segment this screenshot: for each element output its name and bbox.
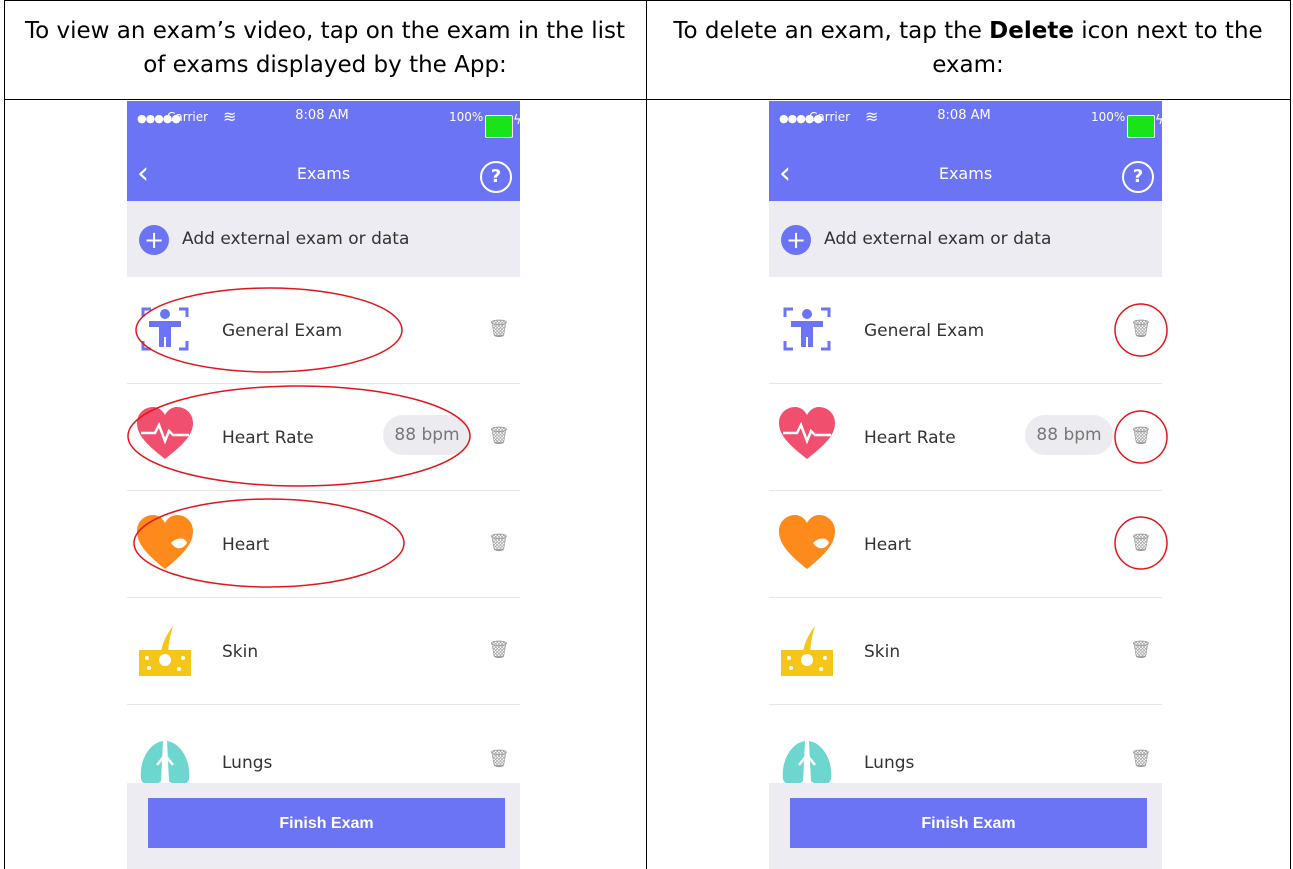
exam-row-skin[interactable]: Skin 🗑 bbox=[769, 598, 1162, 705]
heart-rate-value-badge: 88 bpm bbox=[383, 415, 471, 455]
wifi-icon: ≋ bbox=[223, 107, 237, 126]
finish-exam-button[interactable]: Finish Exam bbox=[790, 798, 1147, 848]
exam-row-general[interactable]: General Exam 🗑 bbox=[127, 277, 520, 384]
heart-rate-icon bbox=[779, 407, 835, 459]
trash-icon[interactable]: 🗑 bbox=[1130, 319, 1152, 339]
trash-icon[interactable]: 🗑 bbox=[1130, 749, 1152, 769]
exam-label-lungs: Lungs bbox=[222, 753, 273, 773]
exam-row-heart-rate[interactable]: Heart Rate 88 bpm 🗑 bbox=[769, 384, 1162, 491]
exam-row-skin[interactable]: Skin 🗑 bbox=[127, 598, 520, 705]
exam-label-lungs: Lungs bbox=[864, 753, 915, 773]
battery-icon bbox=[1127, 115, 1155, 138]
heart-icon bbox=[779, 515, 835, 569]
trash-icon[interactable]: 🗑 bbox=[488, 749, 510, 769]
delete-caption-before: To delete an exam, tap the bbox=[673, 18, 990, 44]
plus-icon[interactable]: + bbox=[139, 225, 169, 255]
trash-icon[interactable]: 🗑 bbox=[488, 426, 510, 446]
general-exam-icon bbox=[783, 307, 831, 351]
help-icon[interactable]: ? bbox=[1122, 161, 1154, 193]
exam-label-heart: Heart bbox=[222, 535, 270, 555]
table-border-middle bbox=[646, 0, 647, 869]
exam-row-heart-rate[interactable]: Heart Rate 88 bpm 🗑 bbox=[127, 384, 520, 491]
skin-icon bbox=[139, 626, 191, 676]
nav-title: Exams bbox=[938, 164, 993, 183]
plus-icon[interactable]: + bbox=[781, 225, 811, 255]
battery-percent: 100% bbox=[449, 110, 484, 124]
trash-icon[interactable]: 🗑 bbox=[488, 640, 510, 660]
status-time: 8:08 AM bbox=[295, 108, 349, 123]
exam-label-heart: Heart bbox=[864, 535, 912, 555]
charging-icon: ϟ bbox=[513, 113, 520, 128]
battery-percent: 100% bbox=[1091, 110, 1126, 124]
general-exam-icon bbox=[141, 307, 189, 351]
status-time: 8:08 AM bbox=[937, 108, 991, 123]
nav-title: Exams bbox=[296, 164, 351, 183]
table-border-right bbox=[1290, 0, 1291, 869]
status-and-nav-bar: ●●●●● Carrier ≋ 8:08 AM 100% ϟ ‹ Exams ? bbox=[127, 101, 520, 201]
wifi-icon: ≋ bbox=[865, 107, 879, 126]
table-border-header bbox=[4, 99, 1291, 100]
exam-label-general: General Exam bbox=[222, 321, 343, 341]
exam-label-heart-rate: Heart Rate bbox=[864, 428, 956, 448]
battery-icon bbox=[485, 115, 513, 138]
exam-label-skin: Skin bbox=[222, 642, 259, 662]
add-external-exam-label: Add external exam or data bbox=[824, 229, 1052, 249]
heart-rate-icon bbox=[137, 407, 193, 459]
add-external-exam-label: Add external exam or data bbox=[182, 229, 410, 249]
phone-screen-delete: ●●●●● Carrier ≋ 8:08 AM 100% ϟ ‹ Exams ?… bbox=[769, 101, 1162, 869]
table-border-top bbox=[4, 0, 1291, 1]
heart-rate-value-badge: 88 bpm bbox=[1025, 415, 1113, 455]
status-and-nav-bar: ●●●●● Carrier ≋ 8:08 AM 100% ϟ ‹ Exams ? bbox=[769, 101, 1162, 201]
exam-row-heart[interactable]: Heart 🗑 bbox=[127, 491, 520, 598]
view-exam-caption: To view an exam’s video, tap on the exam… bbox=[15, 14, 635, 82]
trash-icon[interactable]: 🗑 bbox=[488, 319, 510, 339]
trash-icon[interactable]: 🗑 bbox=[1130, 640, 1152, 660]
heart-icon bbox=[137, 515, 193, 569]
carrier-label: Carrier bbox=[167, 110, 209, 124]
charging-icon: ϟ bbox=[1155, 113, 1162, 128]
delete-caption-bold: Delete bbox=[989, 18, 1074, 44]
carrier-label: Carrier bbox=[809, 110, 851, 124]
trash-icon[interactable]: 🗑 bbox=[488, 533, 510, 553]
lungs-icon bbox=[140, 733, 190, 786]
view-exam-caption-text: To view an exam’s video, tap on the exam… bbox=[24, 18, 625, 78]
table-border-left bbox=[4, 0, 5, 869]
exam-label-general: General Exam bbox=[864, 321, 985, 341]
exam-label-heart-rate: Heart Rate bbox=[222, 428, 314, 448]
lungs-icon bbox=[782, 733, 832, 786]
exam-label-skin: Skin bbox=[864, 642, 901, 662]
trash-icon[interactable]: 🗑 bbox=[1130, 533, 1152, 553]
skin-icon bbox=[781, 626, 833, 676]
help-icon[interactable]: ? bbox=[480, 161, 512, 193]
exam-row-heart[interactable]: Heart 🗑 bbox=[769, 491, 1162, 598]
delete-exam-caption: To delete an exam, tap the Delete icon n… bbox=[658, 14, 1278, 82]
exam-row-general[interactable]: General Exam 🗑 bbox=[769, 277, 1162, 384]
trash-icon[interactable]: 🗑 bbox=[1130, 426, 1152, 446]
finish-exam-button[interactable]: Finish Exam bbox=[148, 798, 505, 848]
phone-screen-view: ●●●●● Carrier ≋ 8:08 AM 100% ϟ ‹ Exams ?… bbox=[127, 101, 520, 869]
